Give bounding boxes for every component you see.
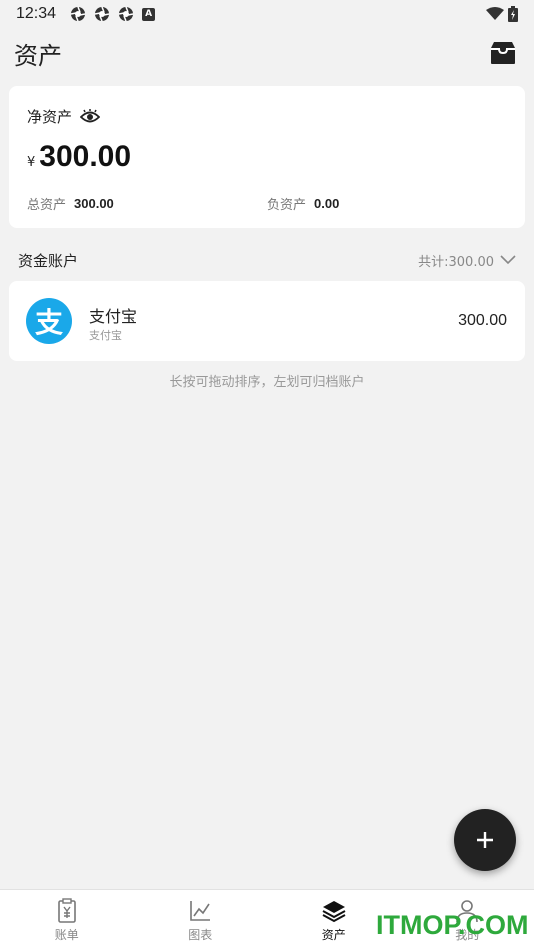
total-assets-value: 300.00 <box>74 196 114 211</box>
archive-icon[interactable] <box>490 40 516 66</box>
chart-icon <box>187 898 213 924</box>
wifi-icon <box>486 7 504 21</box>
chevron-down-icon <box>500 255 516 265</box>
accounts-total-text: 共计:300.00 <box>418 251 494 270</box>
aperture-icon <box>94 6 110 22</box>
plus-icon <box>475 830 495 850</box>
currency-symbol: ¥ <box>27 155 35 170</box>
accounts-section-title: 资金账户 <box>18 250 78 271</box>
reorder-hint: 长按可拖动排序，左划可归档账户 <box>0 371 534 390</box>
aperture-icon <box>70 6 86 22</box>
status-time: 12:34 <box>16 5 56 23</box>
account-subtitle: 支付宝 <box>89 327 122 343</box>
nav-item-chart[interactable]: 图表 <box>134 890 268 951</box>
status-bar: 12:34 A <box>0 0 534 28</box>
debt-assets: 负资产 0.00 <box>267 194 339 213</box>
alipay-logo-char: 支 <box>35 301 63 341</box>
nav-item-bill[interactable]: 账单 <box>0 890 134 951</box>
bill-icon <box>54 898 80 924</box>
debt-assets-label: 负资产 <box>267 194 306 213</box>
battery-icon <box>508 6 518 22</box>
account-name: 支付宝 <box>89 303 137 327</box>
accounts-total-toggle[interactable]: 共计:300.00 <box>418 251 516 270</box>
notification-letter: A <box>145 9 152 19</box>
total-assets-label: 总资产 <box>27 194 66 213</box>
notification-a-icon: A <box>142 8 155 21</box>
net-assets-label-row: 净资产 <box>27 106 100 127</box>
accounts-section-header: 资金账户 共计:300.00 <box>18 248 516 272</box>
add-account-button[interactable] <box>454 809 516 871</box>
alipay-logo-icon: 支 <box>26 298 72 344</box>
account-item-alipay[interactable]: 支 支付宝 支付宝 300.00 <box>9 281 525 361</box>
aperture-icon <box>118 6 134 22</box>
nav-label-bill: 账单 <box>55 926 79 943</box>
nav-label-assets: 资产 <box>322 926 346 943</box>
net-assets-card: 净资产 ¥ 300.00 总资产 300.00 负资产 0.00 <box>9 86 525 228</box>
watermark: ITMOP.COM <box>376 910 529 941</box>
status-right <box>486 6 518 22</box>
nav-label-chart: 图表 <box>188 926 212 943</box>
net-assets-amount: ¥ 300.00 <box>27 140 131 174</box>
app-bar: 资产 <box>0 30 534 76</box>
layers-icon <box>321 898 347 924</box>
eye-icon[interactable] <box>80 109 100 125</box>
total-assets: 总资产 300.00 <box>27 194 114 213</box>
net-assets-label: 净资产 <box>27 106 72 127</box>
status-left: 12:34 A <box>16 5 155 23</box>
net-assets-value: 300.00 <box>39 140 131 174</box>
page-title: 资产 <box>14 36 62 71</box>
account-balance: 300.00 <box>458 312 507 330</box>
debt-assets-value: 0.00 <box>314 196 339 211</box>
